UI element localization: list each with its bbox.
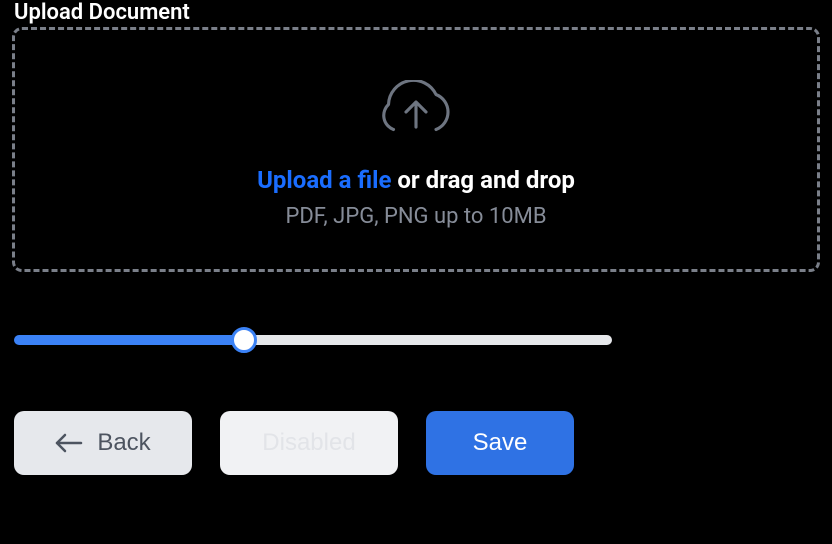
save-button[interactable]: Save [426, 411, 574, 475]
upload-instruction: Upload a file or drag and drop [257, 166, 575, 194]
slider-container [12, 330, 612, 349]
disabled-button-label: Disabled [262, 429, 355, 457]
disabled-button: Disabled [220, 411, 398, 475]
upload-file-link[interactable]: Upload a file [257, 166, 391, 194]
back-button[interactable]: Back [14, 411, 192, 475]
back-button-label: Back [97, 429, 150, 457]
button-row: Back Disabled Save [12, 411, 820, 475]
upload-drag-text: or drag and drop [391, 166, 574, 194]
save-button-label: Save [473, 429, 528, 457]
upload-section-label: Upload Document [14, 0, 820, 25]
arrow-left-icon [55, 433, 83, 453]
upload-hint: PDF, JPG, PNG up to 10MB [285, 204, 546, 229]
upload-dropzone[interactable]: Upload a file or drag and drop PDF, JPG,… [12, 27, 820, 272]
progress-slider[interactable] [14, 335, 612, 345]
cloud-upload-icon [376, 80, 456, 144]
